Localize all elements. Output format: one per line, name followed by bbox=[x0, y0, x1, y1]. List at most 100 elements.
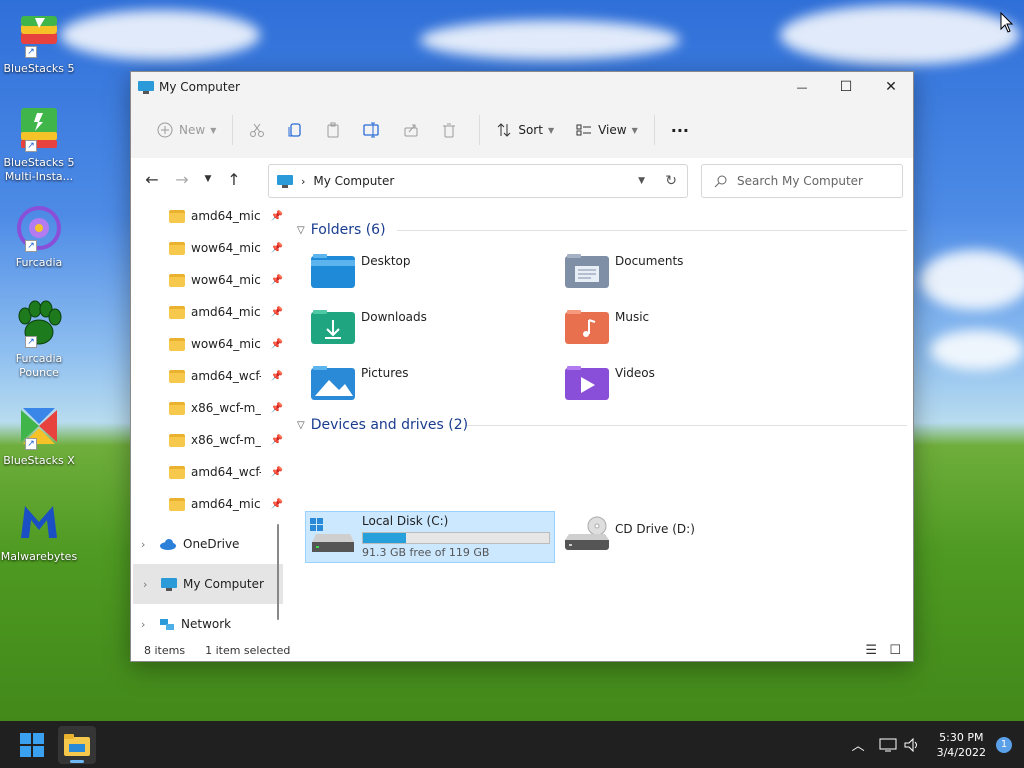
nav-item-quick-access[interactable]: wow64_micr 📌 bbox=[131, 264, 287, 296]
folder-pictures[interactable]: Pictures bbox=[311, 362, 561, 410]
breadcrumb[interactable]: My Computer bbox=[313, 174, 394, 188]
refresh-icon[interactable]: ↻ bbox=[665, 173, 677, 189]
share-button[interactable] bbox=[395, 113, 433, 147]
desktop-icon-bluestacks5-multi[interactable]: ↗ BlueStacks 5 Multi-Insta... bbox=[0, 104, 78, 184]
hard-drive-icon bbox=[310, 518, 354, 552]
minimize-button[interactable]: — bbox=[779, 72, 825, 102]
folder-downloads[interactable]: Downloads bbox=[311, 306, 561, 354]
folder-desktop[interactable]: Desktop bbox=[311, 250, 561, 298]
sort-button[interactable]: Sort ▼ bbox=[488, 113, 562, 147]
chevron-right-icon[interactable]: › bbox=[141, 538, 159, 551]
desktop-icon-furcadia[interactable]: ↗ Furcadia bbox=[0, 204, 78, 270]
more-options-button[interactable]: ··· bbox=[663, 113, 697, 147]
chevron-down-icon: ▼ bbox=[204, 174, 212, 184]
view-button[interactable]: View ▼ bbox=[568, 113, 646, 147]
forward-button[interactable]: → bbox=[167, 170, 197, 189]
nav-item-quick-access[interactable]: amd64_micr 📌 bbox=[131, 200, 287, 232]
notification-badge[interactable]: 1 bbox=[996, 736, 1012, 753]
up-button[interactable]: ↑ bbox=[219, 170, 249, 189]
nav-item-onedrive[interactable]: › OneDrive bbox=[131, 524, 287, 564]
search-box[interactable] bbox=[701, 164, 903, 198]
network-icon bbox=[160, 618, 174, 630]
drive-free-space: 91.3 GB free of 119 GB bbox=[362, 546, 490, 559]
nav-item-network[interactable]: › Network bbox=[131, 604, 287, 640]
nav-item-quick-access[interactable]: wow64_micr 📌 bbox=[131, 232, 287, 264]
desktop-icon-malwarebytes[interactable]: Malwarebytes bbox=[0, 498, 78, 564]
cut-button[interactable] bbox=[241, 113, 279, 147]
clock[interactable]: 5:30 PM 3/4/2022 bbox=[937, 730, 986, 760]
folder-name: Desktop bbox=[361, 254, 411, 268]
desktop-icon-bluestacks-x[interactable]: ↗ BlueStacks X bbox=[0, 402, 78, 468]
nav-item-quick-access[interactable]: x86_wcf-m_ 📌 bbox=[131, 392, 287, 424]
new-label: New bbox=[179, 123, 206, 137]
folder-music[interactable]: Music bbox=[565, 306, 815, 354]
new-button[interactable]: New ▼ bbox=[149, 113, 224, 147]
nav-item-quick-access[interactable]: amd64_wcf- 📌 bbox=[131, 456, 287, 488]
details-view-icon[interactable]: ☰ bbox=[865, 643, 877, 658]
nav-item-quick-access[interactable]: x86_wcf-m_ 📌 bbox=[131, 424, 287, 456]
desktop-icon-bluestacks5[interactable]: ↗ BlueStacks 5 bbox=[0, 10, 78, 76]
nav-item-quick-access[interactable]: amd64_wcf- 📌 bbox=[131, 360, 287, 392]
drives-group-header[interactable]: ▽ Devices and drives (2) bbox=[297, 417, 468, 433]
back-button[interactable]: ← bbox=[137, 170, 167, 189]
sort-label: Sort bbox=[518, 123, 543, 137]
nav-item-quick-access[interactable]: amd64_micr 📌 bbox=[131, 488, 287, 520]
sort-icon bbox=[497, 123, 511, 137]
plus-circle-icon bbox=[157, 122, 173, 138]
wallpaper-cloud bbox=[420, 20, 680, 60]
folder-documents[interactable]: Documents bbox=[565, 250, 815, 298]
breadcrumb-separator-icon: › bbox=[301, 174, 306, 188]
folder-name: Music bbox=[615, 310, 650, 324]
close-button[interactable]: ✕ bbox=[868, 72, 914, 102]
copy-icon bbox=[288, 123, 301, 137]
folder-videos[interactable]: Videos bbox=[565, 362, 815, 410]
paste-button[interactable] bbox=[317, 113, 355, 147]
folder-icon bbox=[169, 241, 185, 255]
chevron-up-icon[interactable]: ︿ bbox=[852, 735, 865, 754]
chevron-right-icon[interactable]: › bbox=[141, 618, 159, 631]
trash-icon bbox=[443, 123, 456, 138]
share-icon bbox=[404, 124, 418, 137]
address-bar[interactable]: › My Computer ▼ ↻ bbox=[268, 164, 688, 198]
title-bar[interactable]: My Computer — ☐ ✕ bbox=[131, 72, 913, 102]
bluestacks-multi-icon: ↗ bbox=[15, 104, 63, 152]
maximize-button[interactable]: ☐ bbox=[823, 72, 869, 102]
tiles-view-icon[interactable]: ☐ bbox=[889, 643, 901, 658]
nav-item-quick-access[interactable]: amd64_micr 📌 bbox=[131, 296, 287, 328]
computer-icon bbox=[138, 80, 154, 94]
toolbar-separator bbox=[232, 115, 234, 145]
folders-group-header[interactable]: ▽ Folders (6) bbox=[297, 222, 386, 238]
delete-button[interactable] bbox=[433, 113, 471, 147]
drive-cd-d[interactable]: CD Drive (D:) bbox=[565, 512, 815, 560]
window-title: My Computer bbox=[159, 80, 240, 94]
desktop-icon-label: Furcadia Pounce bbox=[15, 352, 63, 379]
nav-item-label: amd64_wcf- bbox=[191, 369, 261, 383]
navigation-pane-scrollbar[interactable] bbox=[277, 524, 279, 620]
rename-button[interactable] bbox=[355, 113, 395, 147]
recent-locations-button[interactable]: ▼ bbox=[197, 174, 219, 184]
navigation-row: ← → ▼ ↑ › My Computer ▼ ↻ bbox=[131, 158, 913, 200]
chevron-down-icon: ▼ bbox=[631, 125, 638, 135]
shortcut-arrow-icon: ↗ bbox=[25, 140, 37, 152]
chevron-right-icon[interactable]: › bbox=[143, 578, 161, 591]
folder-icon bbox=[169, 401, 185, 415]
chevron-down-icon[interactable]: ▼ bbox=[638, 176, 645, 186]
desktop-icon-furcadia-pounce[interactable]: ↗ Furcadia Pounce bbox=[0, 300, 78, 380]
network-icon[interactable] bbox=[879, 737, 897, 753]
status-bar: 8 items 1 item selected ☰ ☐ bbox=[131, 639, 913, 661]
arrow-left-icon: ← bbox=[145, 169, 159, 189]
nav-item-my-computer[interactable]: › My Computer bbox=[133, 564, 283, 604]
drive-local-disk-c[interactable]: Local Disk (C:) 91.3 GB free of 119 GB bbox=[305, 511, 555, 563]
folder-icon bbox=[169, 465, 185, 479]
speaker-icon[interactable] bbox=[903, 737, 921, 753]
copy-button[interactable] bbox=[279, 113, 317, 147]
start-button[interactable] bbox=[20, 732, 44, 757]
taskbar-file-explorer[interactable] bbox=[58, 725, 96, 764]
nav-item-quick-access[interactable]: wow64_micr 📌 bbox=[131, 328, 287, 360]
search-input[interactable] bbox=[737, 174, 887, 188]
furcadia-icon: ↗ bbox=[15, 204, 63, 252]
shortcut-arrow-icon: ↗ bbox=[25, 46, 37, 58]
desktop-icon-label: BlueStacks X bbox=[3, 454, 75, 467]
chevron-down-icon: ▽ bbox=[297, 224, 305, 236]
group-divider bbox=[467, 425, 907, 426]
